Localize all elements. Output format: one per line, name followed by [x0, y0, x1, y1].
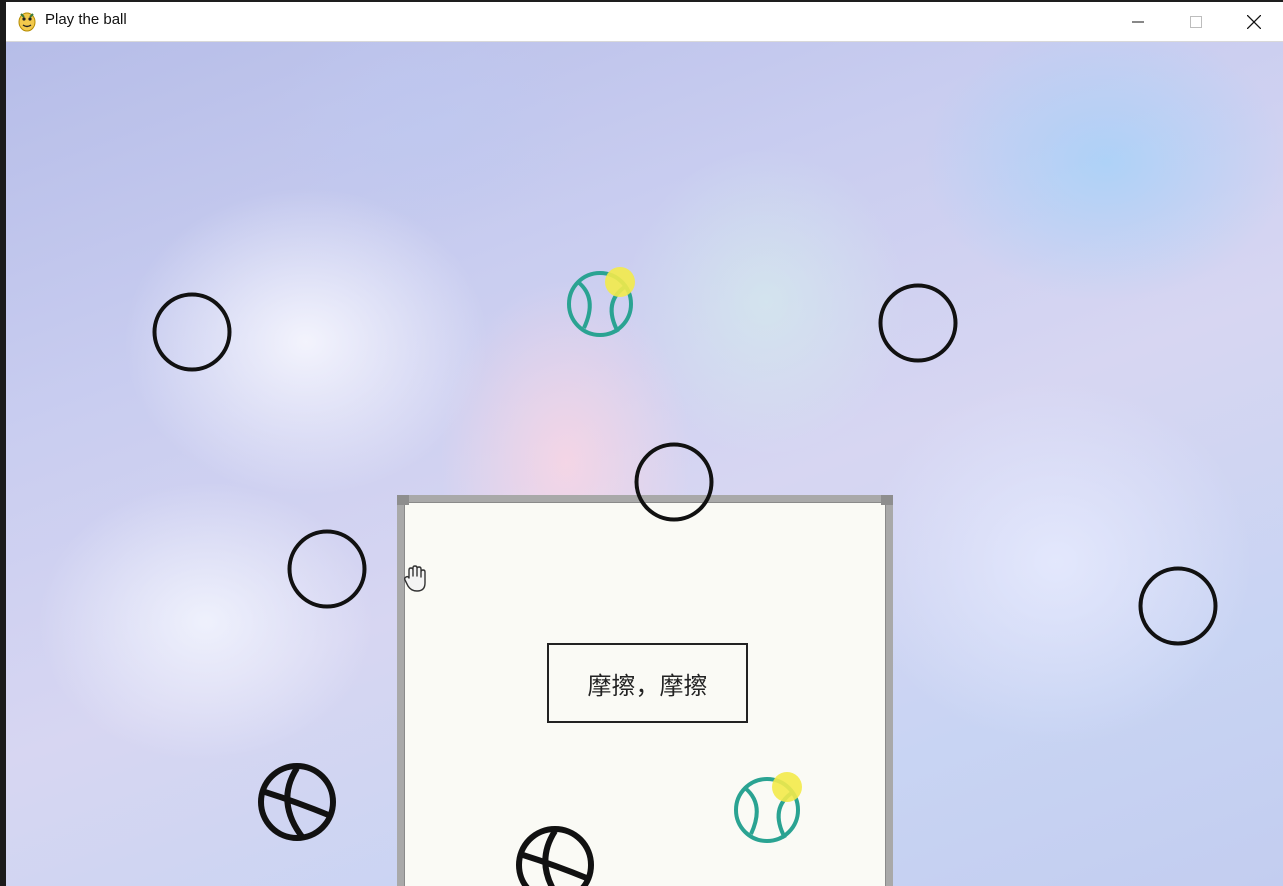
board-label-text: 摩擦，摩擦 [587, 671, 708, 700]
close-button[interactable] [1225, 2, 1283, 41]
tennis-ball-icon[interactable] [564, 264, 640, 340]
black-ball-icon[interactable] [514, 825, 596, 886]
close-icon [1247, 14, 1261, 29]
minimize-icon [1132, 21, 1144, 22]
black-ball-icon[interactable] [257, 762, 339, 844]
minimize-button[interactable] [1109, 2, 1167, 41]
target-ring [287, 529, 367, 609]
target-ring [152, 292, 232, 372]
board-corner [881, 495, 893, 505]
game-canvas[interactable]: 摩擦，摩擦 [6, 42, 1283, 886]
tennis-ball-icon[interactable] [732, 770, 808, 846]
hand-grab-icon [403, 565, 426, 592]
target-ring [878, 283, 958, 363]
maximize-icon [1190, 15, 1202, 28]
maximize-button[interactable] [1167, 2, 1225, 41]
board-corner [397, 495, 409, 505]
window-title: Play the ball [45, 11, 127, 28]
target-ring [634, 442, 714, 522]
game-window: Play the ball 摩擦，摩擦 [6, 2, 1283, 886]
title-bar[interactable]: Play the ball [6, 2, 1283, 42]
python-snake-icon [18, 12, 36, 32]
target-ring [1138, 566, 1218, 646]
board-label: 摩擦，摩擦 [547, 643, 748, 723]
